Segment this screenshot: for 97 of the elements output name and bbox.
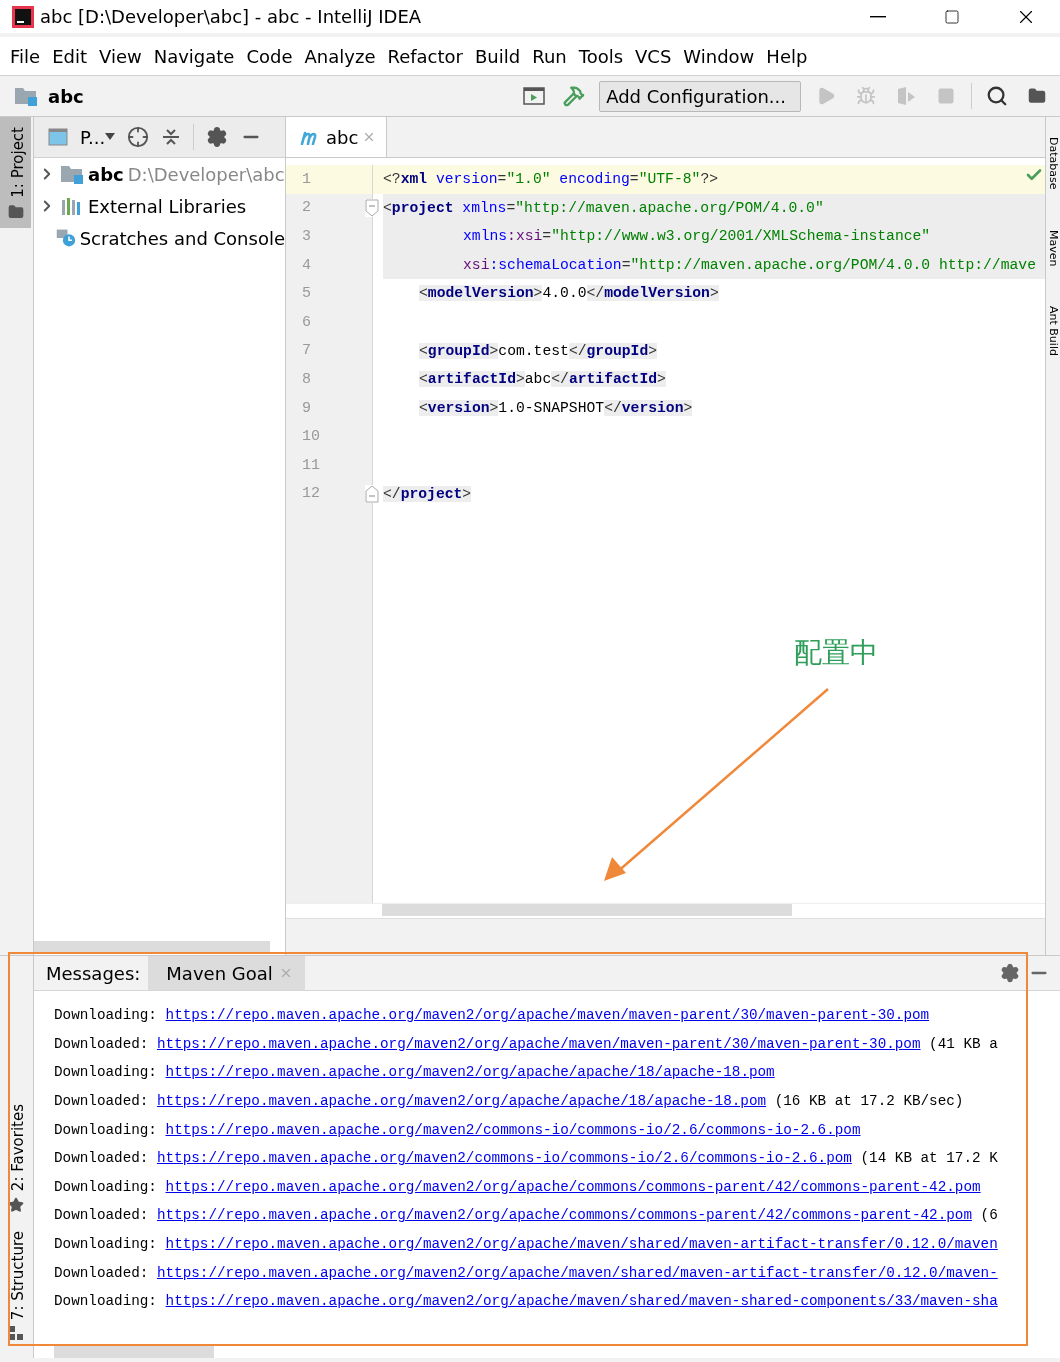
- maximize-icon: [944, 8, 960, 25]
- tool-window-tab[interactable]: Maven: [1046, 229, 1060, 266]
- module-folder-icon: [60, 164, 84, 184]
- menu-item[interactable]: Window: [677, 45, 761, 67]
- add-configuration-button[interactable]: Add Configuration...: [599, 80, 801, 112]
- line-number: 10: [302, 428, 320, 446]
- caret-icon: [105, 133, 116, 141]
- menu-item[interactable]: Code: [240, 45, 299, 67]
- editor-tab[interactable]: abc: [286, 117, 388, 157]
- download-link[interactable]: https://repo.maven.apache.org/maven2/org/apache/commons/commons-parent/42/commons-parent-42.pom: [156, 1207, 972, 1224]
- locate-icon[interactable]: [127, 126, 150, 148]
- download-size: (41 KB a: [929, 1035, 998, 1052]
- download-link[interactable]: https://repo.maven.apache.org/maven2/org/apache/maven/shared/maven-shared-components/33/maven-sha: [165, 1293, 998, 1310]
- menu-item[interactable]: Analyze: [298, 45, 382, 67]
- tree-item[interactable]: Scratches and Console: [34, 222, 285, 254]
- log-label: Downloaded:: [54, 1207, 149, 1224]
- line-number: 9: [302, 399, 311, 417]
- menu-item[interactable]: Run: [526, 45, 573, 67]
- project-breadcrumb[interactable]: abc: [48, 85, 84, 107]
- code-line: <project xmlns="http://maven.apache.org/POM/4.0.0": [383, 198, 824, 218]
- project-folder-icon: [14, 86, 38, 106]
- fold-marker-icon[interactable]: [365, 198, 379, 217]
- download-link[interactable]: https://repo.maven.apache.org/maven2/org/apache/maven/shared/maven-artifact-transfer/0.12.0/maven: [165, 1236, 998, 1253]
- messages-tab[interactable]: Maven Goal: [148, 956, 305, 990]
- app-logo-icon: [12, 5, 34, 28]
- log-label: Downloading:: [54, 1007, 157, 1024]
- download-size: (6: [980, 1207, 998, 1224]
- project-path: D:\Developer\abc: [127, 163, 285, 185]
- annotation-label: 配置中: [794, 635, 878, 671]
- fold-marker-icon[interactable]: [365, 484, 379, 503]
- download-link[interactable]: https://repo.maven.apache.org/maven2/commons-io/commons-io/2.6/commons-io-2.6.pom: [165, 1121, 861, 1138]
- tree-item[interactable]: External Libraries: [34, 190, 285, 222]
- menu-item[interactable]: Navigate: [147, 45, 241, 67]
- code-line: <artifactId>abc</artifactId>: [419, 370, 666, 390]
- download-link[interactable]: https://repo.maven.apache.org/maven2/org/apache/maven/maven-parent/30/maven-parent-30.pom: [156, 1035, 921, 1052]
- code-line: <version>1.0-SNAPSHOT</version>: [419, 398, 693, 418]
- tool-window-tab[interactable]: Ant Build: [1046, 306, 1060, 356]
- line-number: 3: [302, 228, 311, 245]
- horizontal-scrollbar[interactable]: [54, 1346, 214, 1358]
- download-link[interactable]: https://repo.maven.apache.org/maven2/org/apache/apache/18/apache-18.pom: [165, 1064, 775, 1081]
- star-icon: [7, 1196, 24, 1213]
- tool-window-tab[interactable]: 2: Favorites: [0, 1093, 31, 1221]
- code-line: <?xml version="1.0" encoding="UTF-8"?>: [383, 170, 718, 189]
- menu-item[interactable]: View: [93, 45, 148, 67]
- horizontal-scrollbar[interactable]: [34, 941, 270, 953]
- line-number: 7: [302, 342, 311, 360]
- download-link[interactable]: https://repo.maven.apache.org/maven2/org/apache/commons/commons-parent/42/commons-parent-42.pom: [165, 1178, 981, 1195]
- line-number: 12: [302, 485, 320, 503]
- line-number: 6: [302, 313, 311, 331]
- code-line: xsi:schemaLocation="http://maven.apache.org/POM/4.0.0 http://mave: [463, 255, 1036, 275]
- log-label: Downloaded:: [54, 1093, 149, 1110]
- collapse-all-icon[interactable]: [161, 127, 182, 147]
- settings-icon[interactable]: [1000, 963, 1020, 983]
- code-line: <groupId>com.test</groupId>: [419, 341, 658, 361]
- code-line: <modelVersion>4.0.0</modelVersion>: [419, 284, 719, 304]
- tool-window-tab[interactable]: Database: [1046, 137, 1060, 190]
- log-label: Downloading:: [54, 1064, 157, 1081]
- line-number: 11: [302, 456, 320, 474]
- tree-item[interactable]: abc D:\Developer\abc: [34, 158, 285, 190]
- log-label: Downloaded:: [54, 1035, 149, 1052]
- settings-icon[interactable]: [206, 126, 229, 148]
- menu-item[interactable]: Build: [469, 45, 527, 67]
- structure-icon: [8, 1326, 23, 1340]
- panel-icon: [48, 128, 68, 146]
- line-number: 8: [302, 370, 311, 388]
- tool-window-tab[interactable]: 7: Structure: [0, 1220, 31, 1348]
- tool-window-tab[interactable]: 1: Project: [0, 117, 31, 228]
- line-number: 4: [302, 256, 311, 274]
- folder-icon: [7, 203, 24, 220]
- horizontal-scrollbar[interactable]: [382, 904, 792, 916]
- download-link[interactable]: https://repo.maven.apache.org/maven2/org/apache/maven/shared/maven-artifact-transfer/0.12.0/maven-: [156, 1264, 998, 1281]
- minimize-icon: [870, 15, 886, 18]
- line-number: 1: [302, 170, 311, 188]
- line-number: 5: [302, 285, 311, 303]
- code-line: xmlns:xsi="http://www.w3.org/2001/XMLSchema-instance": [463, 227, 931, 247]
- line-number: 2: [302, 199, 311, 217]
- download-link[interactable]: https://repo.maven.apache.org/maven2/org/apache/maven/maven-parent/30/maven-parent-30.pom: [165, 1007, 930, 1024]
- log-label: Downloading:: [54, 1236, 157, 1253]
- code-line: </project>: [383, 484, 472, 504]
- log-label: Downloaded:: [54, 1264, 149, 1281]
- menu-item[interactable]: Refactor: [381, 45, 469, 67]
- menu-item[interactable]: File: [4, 45, 47, 67]
- log-label: Downloading:: [54, 1293, 157, 1310]
- log-label: Downloaded:: [54, 1150, 149, 1167]
- menu-item[interactable]: Help: [760, 45, 814, 67]
- view-selector[interactable]: P...: [80, 126, 116, 148]
- menu-item[interactable]: Tools: [572, 45, 630, 67]
- window-title: abc [D:\Developer\abc] - abc - IntelliJ IDEA: [40, 6, 423, 27]
- log-label: Downloading:: [54, 1178, 157, 1195]
- menu-item[interactable]: Edit: [46, 45, 93, 67]
- log-label: Downloading:: [54, 1121, 157, 1138]
- menu-item[interactable]: VCS: [629, 45, 678, 67]
- messages-title: Messages:: [46, 962, 141, 984]
- download-link[interactable]: https://repo.maven.apache.org/maven2/org/apache/apache/18/apache-18.pom: [156, 1093, 767, 1110]
- download-link[interactable]: https://repo.maven.apache.org/maven2/commons-io/commons-io/2.6/commons-io-2.6.pom: [156, 1150, 852, 1167]
- download-size: (16 KB at 17.2 KB/sec): [774, 1093, 964, 1110]
- download-size: (14 KB at 17.2 K: [860, 1150, 998, 1167]
